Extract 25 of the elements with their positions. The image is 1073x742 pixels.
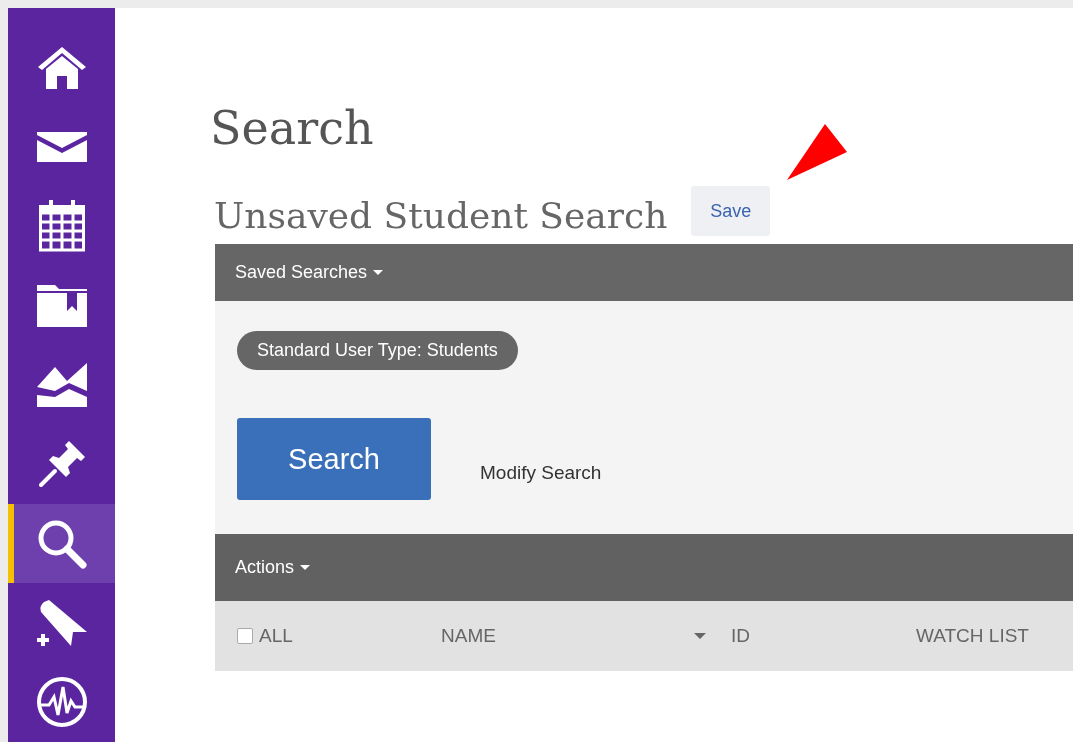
actions-dropdown[interactable]: Actions (235, 557, 311, 578)
nav-item[interactable] (8, 503, 115, 584)
folder-bookmark-icon (34, 282, 89, 329)
sort-caret-icon[interactable] (694, 633, 706, 639)
column-header: ALL (259, 625, 293, 647)
add-tag-icon (34, 597, 89, 648)
pushpin-icon (36, 439, 87, 490)
caret-icon (373, 270, 384, 275)
area-chart-icon (34, 360, 89, 409)
save-button[interactable]: Save (691, 186, 771, 236)
search-title: Unsaved Student Search (214, 194, 668, 238)
column-header[interactable]: ID (731, 625, 750, 647)
saved-searches-dropdown[interactable]: Saved Searches (235, 262, 384, 283)
modify-search-link[interactable]: Modify Search (480, 462, 602, 484)
calendar-icon (36, 200, 87, 253)
column-header[interactable]: WATCH LIST (916, 625, 1029, 647)
filter-chip[interactable]: Standard User Type: Students (237, 331, 518, 370)
pulse-icon (34, 675, 89, 730)
search-button[interactable]: Search (237, 418, 431, 500)
caret-icon (300, 565, 311, 570)
page-title: Search (210, 100, 374, 156)
select-all-checkbox[interactable] (237, 628, 253, 644)
column-header[interactable]: NAME (441, 625, 496, 647)
mail-icon (34, 130, 89, 164)
pointer-arrow-drawing (787, 124, 847, 182)
